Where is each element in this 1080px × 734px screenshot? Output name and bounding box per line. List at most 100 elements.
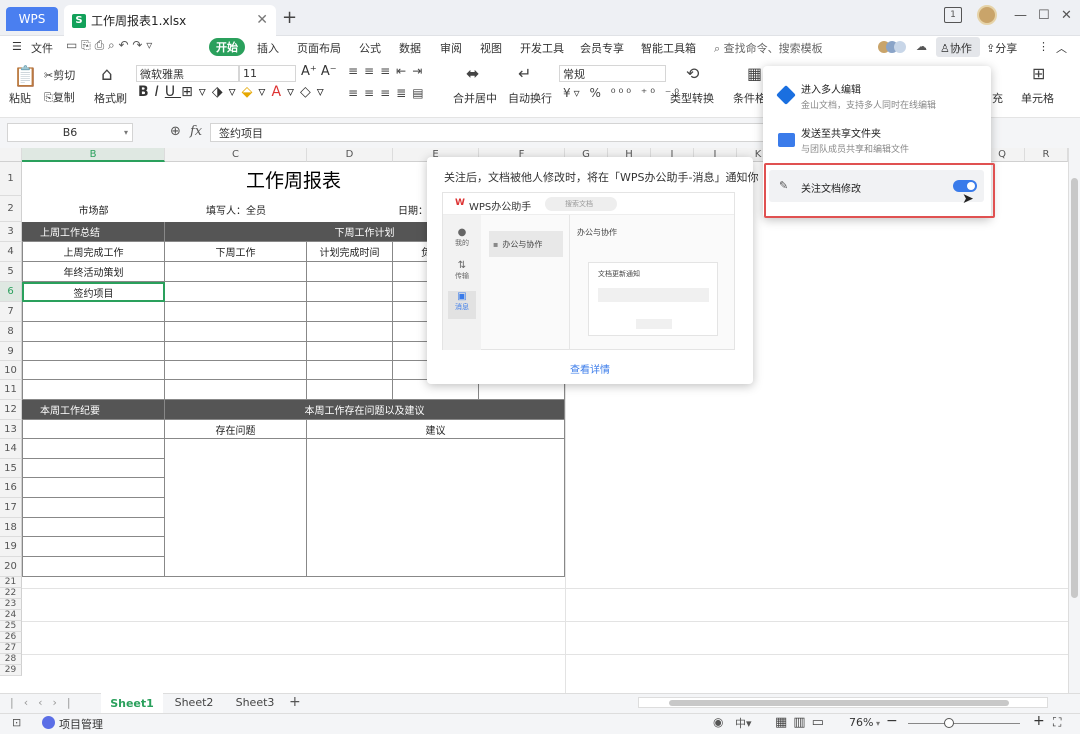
row-header[interactable]: 26 [0, 632, 22, 643]
select-all-corner[interactable] [0, 148, 22, 162]
sheet-tab-1[interactable]: Sheet1 [101, 693, 163, 713]
row-header[interactable]: 25 [0, 621, 22, 632]
row-header[interactable]: 13 [0, 420, 22, 439]
formula-input[interactable]: 签约项目 [210, 123, 770, 142]
zoom-in-icon[interactable]: + [1033, 713, 1045, 729]
row-header[interactable]: 28 [0, 654, 22, 665]
record-icon[interactable]: ⊡ [12, 716, 21, 729]
table-cell[interactable] [22, 459, 165, 478]
eye-protect-icon[interactable]: ◉ [713, 715, 723, 729]
row-header[interactable]: 7 [0, 302, 22, 322]
issues-merged-cell[interactable] [165, 439, 307, 577]
row-header[interactable]: 22 [0, 588, 22, 599]
issues-header[interactable]: 存在问题 [165, 420, 307, 439]
close-tab-icon[interactable]: ✕ [256, 12, 268, 28]
row-header[interactable]: 23 [0, 599, 22, 610]
suggest-merged-cell[interactable] [307, 439, 565, 577]
menu-page-layout[interactable]: 页面布局 [297, 40, 341, 56]
table-cell[interactable] [22, 322, 165, 342]
h-scroll-thumb[interactable] [669, 700, 1009, 706]
next-work-header[interactable]: 下周工作 [165, 242, 307, 262]
font-name-select[interactable]: 微软雅黑 [136, 65, 239, 82]
table-cell[interactable] [22, 342, 165, 361]
table-cell[interactable] [22, 557, 165, 577]
multi-edit-item[interactable]: 进入多人编辑 金山文档，支持多人同时在线编辑 [763, 74, 991, 116]
table-cell[interactable] [307, 322, 393, 342]
table-cell[interactable] [165, 361, 307, 380]
share-folder-item[interactable]: 发送至共享文件夹 与团队成员共享和编辑文件 [763, 118, 991, 160]
align-top-row[interactable]: ≡≡≡⇤⇥ [348, 64, 428, 78]
sheet-tab-3[interactable]: Sheet3 [226, 696, 284, 709]
row-header[interactable]: 17 [0, 498, 22, 518]
collapse-ribbon-icon[interactable]: ︿ [1056, 40, 1067, 56]
collab-button[interactable]: ♙协作 [940, 40, 972, 56]
row-header[interactable]: 20 [0, 557, 22, 577]
col-header-d[interactable]: D [307, 148, 393, 162]
row-header[interactable]: 24 [0, 610, 22, 621]
fullscreen-icon[interactable]: ⛶ [1053, 715, 1061, 730]
row-header[interactable]: 12 [0, 400, 22, 420]
page-badge-icon[interactable]: 1 [944, 7, 962, 23]
table-cell[interactable] [307, 380, 393, 400]
paste-button[interactable]: 粘贴 [9, 90, 31, 106]
table-cell[interactable] [165, 342, 307, 361]
project-manage-button[interactable]: 项目管理 [59, 716, 103, 732]
table-cell[interactable] [307, 262, 393, 282]
row-header[interactable]: 27 [0, 643, 22, 654]
row-header[interactable]: 11 [0, 380, 22, 400]
table-cell[interactable] [22, 439, 165, 459]
paste-icon[interactable]: 📋 [13, 64, 38, 88]
more-icon[interactable]: ⋮ [1038, 40, 1049, 53]
share-button[interactable]: ⇪分享 [986, 40, 1017, 56]
col-header-b[interactable]: B [22, 148, 165, 162]
avatar[interactable] [977, 5, 997, 25]
table-cell[interactable] [22, 302, 165, 322]
cloud-sync-icon[interactable]: ☁ [916, 40, 927, 53]
vertical-scrollbar[interactable] [1068, 148, 1080, 693]
selected-cell-b6[interactable]: 签约项目 [22, 282, 165, 302]
menu-smart-tools[interactable]: 智能工具箱 [641, 40, 696, 56]
row-header[interactable]: 21 [0, 577, 22, 588]
row-header[interactable]: 19 [0, 537, 22, 557]
type-convert-button[interactable]: 类型转换 [670, 90, 714, 106]
cell-button[interactable]: 单元格 [1021, 90, 1054, 106]
row-header[interactable]: 10 [0, 361, 22, 380]
number-format-select[interactable]: 常规 [559, 65, 666, 82]
menu-developer[interactable]: 开发工具 [520, 40, 564, 56]
table-cell[interactable] [165, 380, 307, 400]
menu-formula[interactable]: 公式 [359, 40, 381, 56]
sheet-tab-2[interactable]: Sheet2 [165, 696, 223, 709]
row-header[interactable]: 9 [0, 342, 22, 361]
table-cell[interactable] [307, 361, 393, 380]
menu-insert[interactable]: 插入 [257, 40, 279, 56]
last-done-header[interactable]: 上周完成工作 [22, 242, 165, 262]
filler-cell[interactable]: 填写人：全员 [165, 196, 307, 222]
row-header[interactable]: 1 [0, 162, 22, 196]
conditional-format-button[interactable]: 条件格 [733, 90, 766, 106]
table-cell[interactable] [22, 478, 165, 498]
close-window-icon[interactable]: ✕ [1061, 8, 1072, 23]
view-mode-icons[interactable]: ▦▥▭ [775, 715, 830, 730]
file-tab[interactable]: S 工作周报表1.xlsx ✕ [64, 5, 276, 36]
row-header[interactable]: 5 [0, 262, 22, 282]
plan-time-header[interactable]: 计划完成时间 [307, 242, 393, 262]
merge-center-button[interactable]: 合并居中 [453, 90, 497, 106]
zoom-slider[interactable] [908, 723, 1020, 724]
font-size-select[interactable]: 11 [239, 65, 296, 82]
quick-access-icons[interactable]: ▭ ⎘ ⎙ ⌕ ↶ ↷ ▿ [66, 38, 152, 53]
table-cell[interactable] [307, 302, 393, 322]
table-cell[interactable] [22, 537, 165, 557]
row-header[interactable]: 18 [0, 518, 22, 537]
table-cell[interactable] [165, 322, 307, 342]
table-cell[interactable] [165, 262, 307, 282]
col-header-c[interactable]: C [165, 148, 307, 162]
table-cell[interactable] [22, 361, 165, 380]
menu-start[interactable]: 开始 [209, 38, 245, 56]
row-header[interactable]: 2 [0, 196, 22, 222]
add-sheet-icon[interactable]: + [289, 694, 301, 710]
menu-view[interactable]: 视图 [480, 40, 502, 56]
new-tab-icon[interactable]: + [282, 7, 297, 28]
fill-button[interactable]: 充 [992, 90, 1003, 106]
row-header[interactable]: 4 [0, 242, 22, 262]
section-notes[interactable]: 本周工作纪要 [22, 400, 165, 420]
